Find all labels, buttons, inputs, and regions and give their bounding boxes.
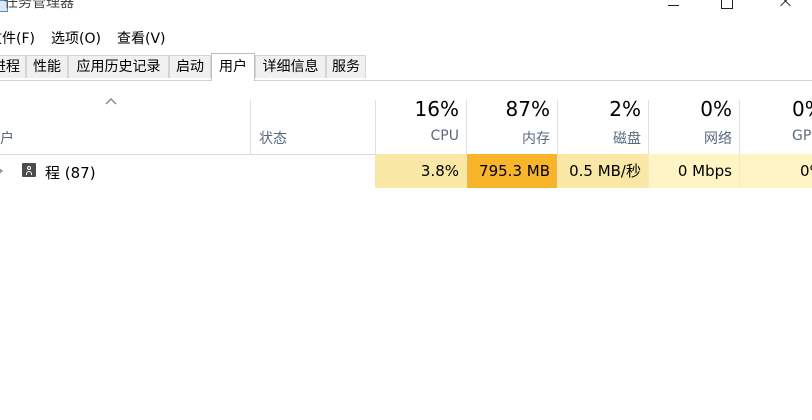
tab-details[interactable]: 详细信息: [255, 55, 326, 78]
close-icon: [779, 0, 793, 8]
tab-services[interactable]: 服务: [326, 55, 366, 78]
row-cpu-value: 3.8%: [420, 162, 459, 180]
column-network[interactable]: 网络: [704, 128, 732, 148]
gpu-total-percent[interactable]: 0%: [792, 97, 812, 121]
close-button[interactable]: [763, 0, 809, 20]
column-divider[interactable]: [250, 100, 251, 154]
maximize-icon: [721, 0, 733, 9]
row-network-value: 0 Mbps: [677, 162, 732, 180]
table-header: 用户 状态 16% CPU 87% 内存 2% 磁盘 0% 网络 0% GPU: [0, 80, 812, 155]
minimize-button[interactable]: [650, 0, 696, 20]
chevron-right-icon[interactable]: [0, 166, 4, 176]
menu-view[interactable]: 查看(V): [117, 28, 166, 48]
tab-bar: 进程 性能 应用历史记录 启动 用户 详细信息 服务: [0, 53, 812, 81]
column-memory[interactable]: 内存: [522, 128, 550, 148]
column-status[interactable]: 状态: [259, 128, 287, 148]
row-memory-value: 795.3 MB: [479, 162, 550, 180]
tab-users[interactable]: 用户: [211, 53, 255, 81]
cell-divider: [739, 154, 740, 188]
cell-divider: [466, 154, 467, 188]
column-divider[interactable]: [375, 100, 376, 154]
column-divider[interactable]: [466, 100, 467, 154]
row-disk-cell: 0.5 MB/秒: [557, 154, 648, 188]
user-name: 程 (87): [45, 164, 96, 182]
row-network-cell: 0 Mbps: [648, 154, 739, 188]
cpu-total-percent[interactable]: 16%: [415, 97, 459, 121]
user-avatar-icon: [22, 163, 36, 177]
column-disk[interactable]: 磁盘: [613, 128, 641, 148]
tab-app-history[interactable]: 应用历史记录: [68, 55, 169, 78]
cell-divider: [648, 154, 649, 188]
column-divider[interactable]: [648, 100, 649, 154]
memory-total-percent[interactable]: 87%: [506, 97, 550, 121]
column-user[interactable]: 用户: [0, 128, 14, 148]
minimize-icon: [668, 5, 679, 6]
row-memory-cell: 795.3 MB: [466, 154, 557, 188]
menu-file[interactable]: 文件(F): [0, 28, 35, 48]
row-gpu-cell: 0%: [739, 154, 812, 188]
tab-performance[interactable]: 性能: [26, 55, 68, 78]
tab-processes[interactable]: 进程: [0, 55, 26, 78]
column-divider[interactable]: [557, 100, 558, 154]
row-cpu-cell: 3.8%: [375, 154, 466, 188]
title-bar: 任务管理器: [0, 0, 812, 22]
column-cpu[interactable]: CPU: [431, 128, 459, 144]
row-gpu-value: 0%: [800, 162, 812, 180]
disk-total-percent[interactable]: 2%: [609, 97, 641, 121]
tab-startup[interactable]: 启动: [169, 55, 211, 78]
column-divider[interactable]: [739, 100, 740, 154]
cell-divider: [557, 154, 558, 188]
table-row[interactable]: 程 (87) 3.8% 795.3 MB 0.5 MB/秒 0 Mbps 0%: [0, 154, 812, 188]
menu-options[interactable]: 选项(O): [51, 28, 101, 48]
column-gpu[interactable]: GPU: [792, 128, 812, 144]
maximize-button[interactable]: [703, 0, 749, 20]
row-disk-value: 0.5 MB/秒: [569, 162, 641, 180]
network-total-percent[interactable]: 0%: [700, 97, 732, 121]
window-title: 任务管理器: [4, 0, 74, 11]
sort-ascending-icon[interactable]: [104, 96, 118, 106]
menu-bar: 文件(F) 选项(O) 查看(V): [0, 26, 812, 48]
